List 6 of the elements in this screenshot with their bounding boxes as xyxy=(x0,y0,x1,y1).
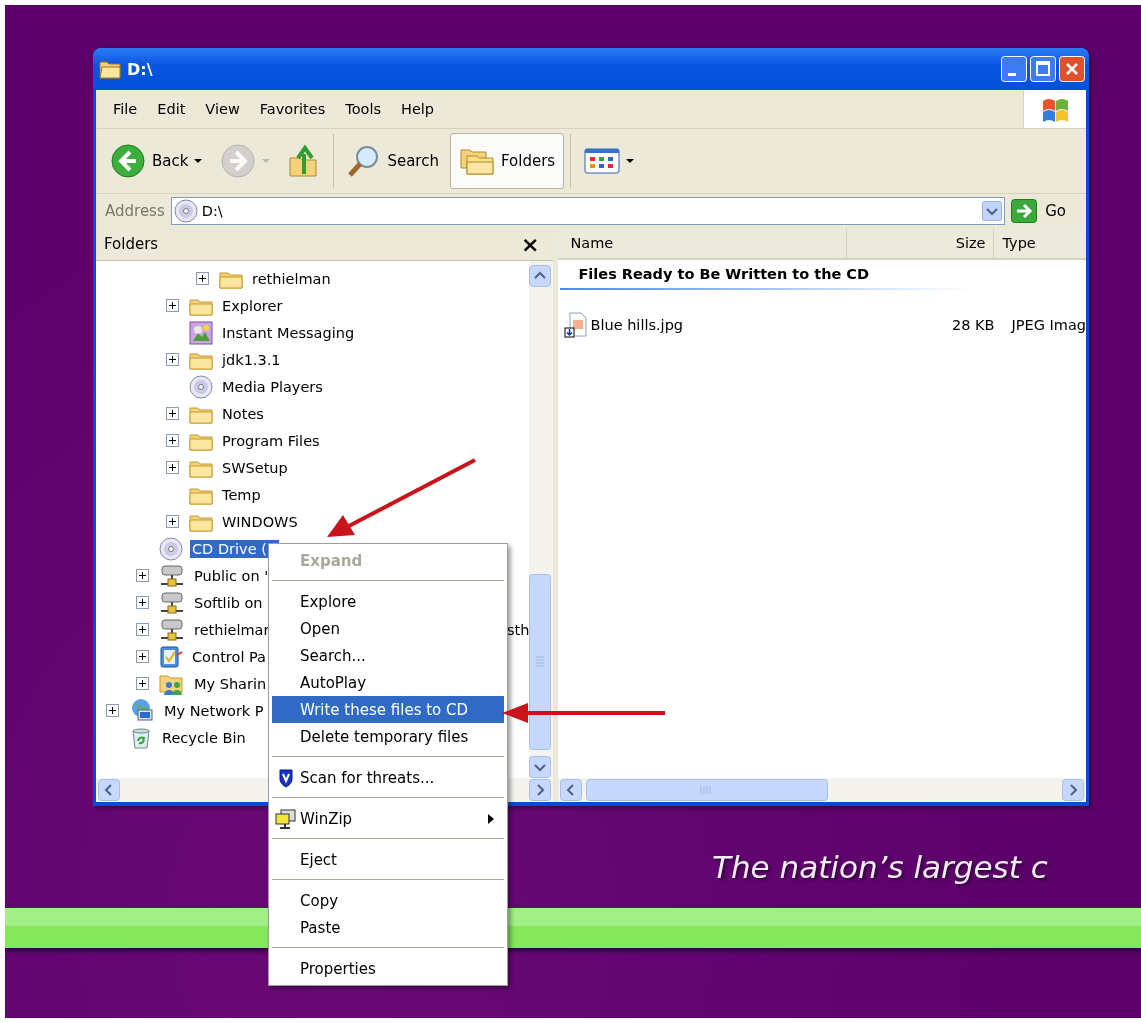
pane-title: Folders xyxy=(104,235,159,253)
file-size: 28 KB xyxy=(950,317,995,333)
wallpaper-tagline: The nation’s largest c xyxy=(712,849,1048,885)
address-label: Address xyxy=(105,202,165,220)
window-title: D:\ xyxy=(127,59,153,79)
file-type: JPEG Imag xyxy=(1009,317,1086,333)
